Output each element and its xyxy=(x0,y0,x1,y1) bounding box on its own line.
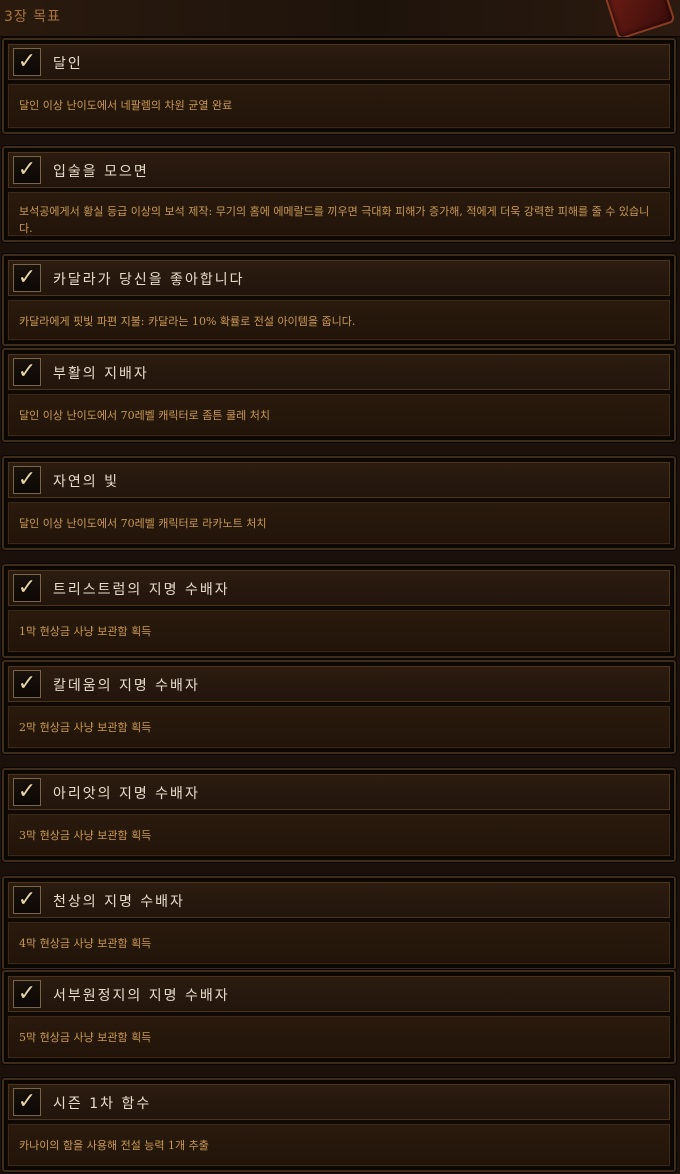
checkmark-icon: ✓ xyxy=(13,48,41,76)
objective-body: 3막 현상금 사냥 보관함 획득 xyxy=(8,814,670,856)
objective-body: 달인 이상 난이도에서 70레벨 캐릭터로 라카노트 처치 xyxy=(8,502,670,544)
objective-card: ✓ 천상의 지명 수배자 4막 현상금 사냥 보관함 획득 xyxy=(2,876,676,970)
objective-description: 3막 현상금 사냥 보관함 획득 xyxy=(19,829,152,842)
objective-description: 달인 이상 난이도에서 70레벨 캐릭터로 좀튼 쿨레 처치 xyxy=(19,409,270,422)
objective-title: 달인 xyxy=(53,56,83,72)
objective-card: ✓ 부활의 지배자 달인 이상 난이도에서 70레벨 캐릭터로 좀튼 쿨레 처치 xyxy=(2,348,676,442)
objective-title: 아리앗의 지명 수배자 xyxy=(53,786,200,802)
checkmark-icon: ✓ xyxy=(13,358,41,386)
objective-description: 카나이의 함을 사용해 전설 능력 1개 추출 xyxy=(19,1139,209,1152)
objective-title: 자연의 빛 xyxy=(53,474,119,490)
objective-description: 1막 현상금 사냥 보관함 획득 xyxy=(19,625,152,638)
objective-header: ✓ 천상의 지명 수배자 xyxy=(8,882,670,918)
objective-card: ✓ 카달라가 당신을 좋아합니다 카달라에게 핏빛 파편 지불: 카달라는 10… xyxy=(2,254,676,346)
objective-card: ✓ 칼데움의 지명 수배자 2막 현상금 사냥 보관함 획득 xyxy=(2,660,676,754)
objective-title: 칼데움의 지명 수배자 xyxy=(53,678,200,694)
objective-card: ✓ 자연의 빛 달인 이상 난이도에서 70레벨 캐릭터로 라카노트 처치 xyxy=(2,456,676,550)
objective-description: 달인 이상 난이도에서 70레벨 캐릭터로 라카노트 처치 xyxy=(19,517,267,530)
objective-description: 2막 현상금 사냥 보관함 획득 xyxy=(19,721,152,734)
objective-body: 1막 현상금 사냥 보관함 획득 xyxy=(8,610,670,652)
objective-body: 카달라에게 핏빛 파편 지불: 카달라는 10% 확률로 전설 아이템을 줍니다… xyxy=(8,300,670,340)
objective-title: 카달라가 당신을 좋아합니다 xyxy=(53,272,245,288)
objective-title: 트리스트럼의 지명 수배자 xyxy=(53,582,230,598)
checkmark-icon: ✓ xyxy=(13,980,41,1008)
objective-description: 4막 현상금 사냥 보관함 획득 xyxy=(19,937,152,950)
objective-description: 보석공에게서 황실 등급 이상의 보석 제작: 무기의 홈에 에메랄드를 끼우면… xyxy=(19,205,650,235)
objective-card: ✓ 시즌 1차 함수 카나이의 함을 사용해 전설 능력 1개 추출 xyxy=(2,1078,676,1172)
objective-header: ✓ 달인 xyxy=(8,44,670,80)
objective-header: ✓ 부활의 지배자 xyxy=(8,354,670,390)
checkmark-icon: ✓ xyxy=(13,1088,41,1116)
objective-header: ✓ 카달라가 당신을 좋아합니다 xyxy=(8,260,670,296)
objective-card: ✓ 서부원정지의 지명 수배자 5막 현상금 사냥 보관함 획득 xyxy=(2,970,676,1064)
checkmark-icon: ✓ xyxy=(13,574,41,602)
objective-header: ✓ 칼데움의 지명 수배자 xyxy=(8,666,670,702)
objective-title: 부활의 지배자 xyxy=(53,366,149,382)
objective-description: 카달라에게 핏빛 파편 지불: 카달라는 10% 확률로 전설 아이템을 줍니다… xyxy=(19,315,356,328)
objective-title: 천상의 지명 수배자 xyxy=(53,894,185,910)
checkmark-icon: ✓ xyxy=(13,886,41,914)
objective-title: 입술을 모으면 xyxy=(53,164,149,180)
chapter-header: 3장 목표 xyxy=(0,0,680,41)
objective-header: ✓ 입술을 모으면 xyxy=(8,152,670,188)
objective-body: 4막 현상금 사냥 보관함 획득 xyxy=(8,922,670,964)
checkmark-icon: ✓ xyxy=(13,466,41,494)
objective-body: 달인 이상 난이도에서 70레벨 캐릭터로 좀튼 쿨레 처치 xyxy=(8,394,670,436)
objective-title: 시즌 1차 함수 xyxy=(53,1096,152,1112)
checkmark-icon: ✓ xyxy=(13,156,41,184)
objective-header: ✓ 자연의 빛 xyxy=(8,462,670,498)
chapter-title: 3장 목표 xyxy=(4,9,61,25)
checkmark-icon: ✓ xyxy=(13,778,41,806)
objective-header: ✓ 시즌 1차 함수 xyxy=(8,1084,670,1120)
objective-title: 서부원정지의 지명 수배자 xyxy=(53,988,230,1004)
objective-card: ✓ 트리스트럼의 지명 수배자 1막 현상금 사냥 보관함 획득 xyxy=(2,564,676,658)
objective-card: ✓ 달인 달인 이상 난이도에서 네팔렘의 차원 균열 완료 xyxy=(2,38,676,134)
checkmark-icon: ✓ xyxy=(13,670,41,698)
objective-description: 5막 현상금 사냥 보관함 획득 xyxy=(19,1031,152,1044)
objective-description: 달인 이상 난이도에서 네팔렘의 차원 균열 완료 xyxy=(19,99,233,112)
objective-body: 2막 현상금 사냥 보관함 획득 xyxy=(8,706,670,748)
objective-body: 달인 이상 난이도에서 네팔렘의 차원 균열 완료 xyxy=(8,84,670,128)
objective-header: ✓ 서부원정지의 지명 수배자 xyxy=(8,976,670,1012)
objective-body: 보석공에게서 황실 등급 이상의 보석 제작: 무기의 홈에 에메랄드를 끼우면… xyxy=(8,192,670,236)
objective-card: ✓ 아리앗의 지명 수배자 3막 현상금 사냥 보관함 획득 xyxy=(2,768,676,862)
objective-card: ✓ 입술을 모으면 보석공에게서 황실 등급 이상의 보석 제작: 무기의 홈에… xyxy=(2,146,676,242)
objective-header: ✓ 트리스트럼의 지명 수배자 xyxy=(8,570,670,606)
checkmark-icon: ✓ xyxy=(13,264,41,292)
objective-body: 카나이의 함을 사용해 전설 능력 1개 추출 xyxy=(8,1124,670,1166)
objective-body: 5막 현상금 사냥 보관함 획득 xyxy=(8,1016,670,1058)
objective-header: ✓ 아리앗의 지명 수배자 xyxy=(8,774,670,810)
season-emblem-icon xyxy=(604,0,676,41)
